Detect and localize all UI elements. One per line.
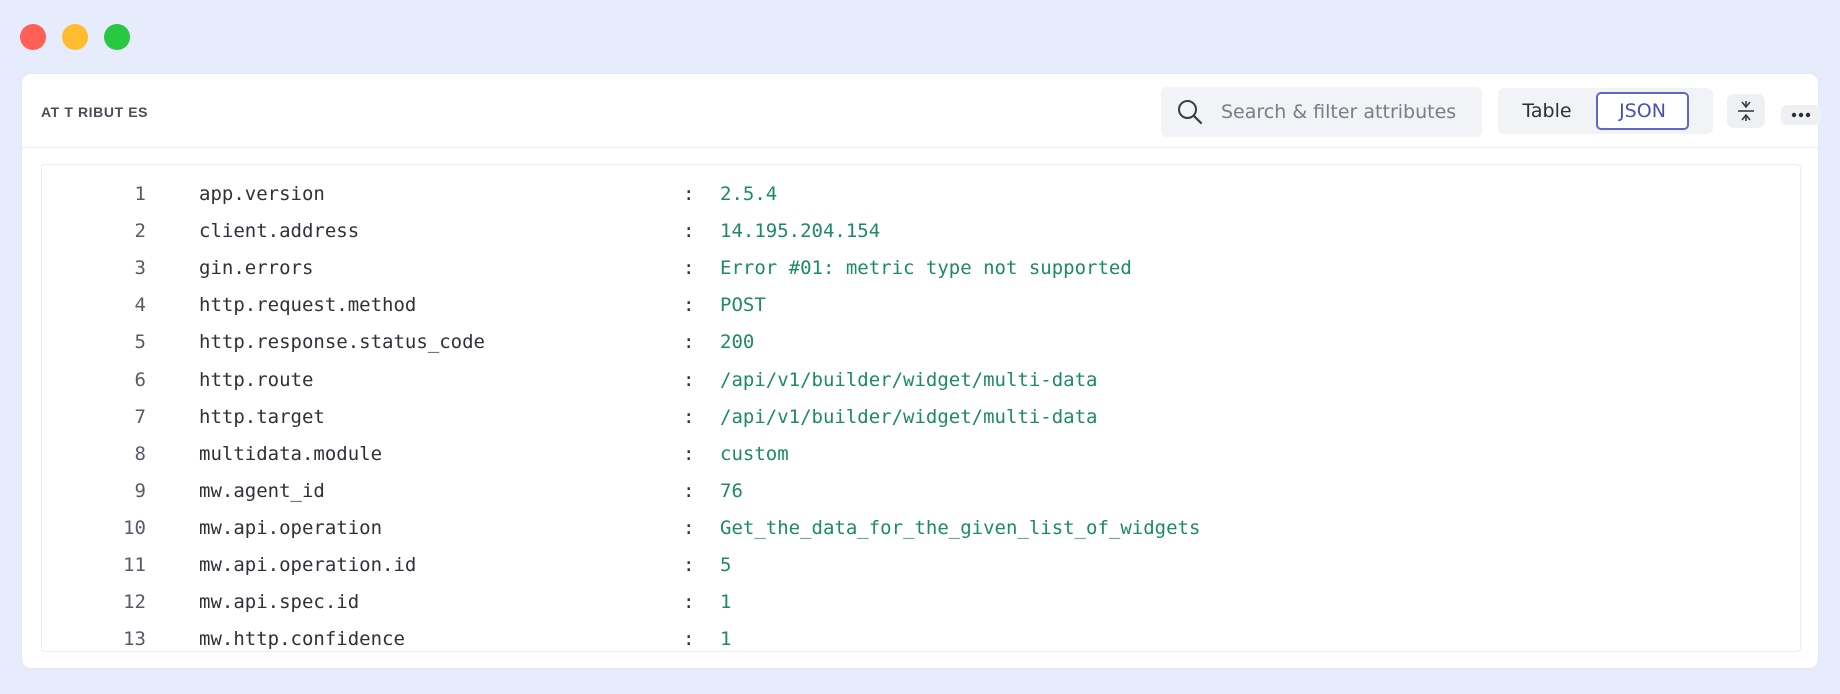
key-value-separator: : <box>683 554 695 576</box>
line-number: 3 <box>134 257 146 280</box>
attribute-value: 1 <box>720 628 732 651</box>
view-toggle-json[interactable]: JSON <box>1596 92 1689 130</box>
attribute-value: /api/v1/builder/widget/multi-data <box>720 368 1098 391</box>
line-number: 13 <box>123 628 146 651</box>
attribute-key: http.target <box>199 405 325 428</box>
panel-header: AT T RIBUT ES Table JSON <box>22 74 1821 148</box>
attribute-value: 2.5.4 <box>720 183 778 205</box>
json-code-view[interactable]: 1 app.version: 2.5.4 2 client.address: 14.195… <box>41 164 1801 652</box>
attribute-key: http.route <box>199 368 314 391</box>
minimize-window-icon[interactable] <box>62 24 88 50</box>
attribute-value: 1 <box>720 591 732 614</box>
attribute-row: 2 client.address: 14.195.204.154 <box>42 213 1800 249</box>
search-input[interactable] <box>1221 101 1471 123</box>
attribute-key: mw.api.operation <box>199 516 383 539</box>
attribute-row: 11 mw.api.operation.id: 5 <box>42 547 1800 583</box>
more-options-button[interactable] <box>1781 105 1821 125</box>
attribute-key: mw.agent_id <box>199 479 325 502</box>
attribute-key: multidata.module <box>199 442 383 465</box>
line-number: 2 <box>134 220 146 243</box>
key-value-separator: : <box>683 405 695 428</box>
close-window-icon[interactable] <box>20 24 46 50</box>
line-number: 11 <box>123 554 146 576</box>
line-number: 4 <box>134 294 146 317</box>
collapse-icon <box>1738 101 1754 121</box>
attribute-row: 13 mw.http.confidence: 1 <box>42 621 1800 651</box>
line-number: 1 <box>134 183 146 205</box>
line-number: 8 <box>134 442 146 465</box>
line-number: 6 <box>134 368 146 391</box>
key-value-separator: : <box>683 479 695 502</box>
attribute-key: mw.api.operation.id <box>199 554 417 576</box>
view-toggle: Table JSON <box>1498 88 1713 134</box>
line-number: 12 <box>123 591 146 614</box>
attribute-row: 8 multidata.module: custom <box>42 436 1800 472</box>
key-value-separator: : <box>683 257 695 280</box>
attribute-row: 5 http.response.status_code: 200 <box>42 324 1800 360</box>
attribute-key: http.response.status_code <box>199 331 485 354</box>
attributes-panel: AT T RIBUT ES Table JSON <box>21 73 1821 669</box>
key-value-separator: : <box>683 628 695 651</box>
search-box[interactable] <box>1161 87 1482 137</box>
more-icon <box>1791 112 1811 118</box>
view-toggle-table[interactable]: Table <box>1498 92 1596 130</box>
attribute-row: 10 mw.api.operation: Get_the_data_for_the_… <box>42 510 1800 546</box>
line-number: 7 <box>134 405 146 428</box>
maximize-window-icon[interactable] <box>104 24 130 50</box>
attribute-value: Error #01: metric type not supported <box>720 257 1132 280</box>
attribute-key: mw.http.confidence <box>199 628 405 651</box>
attribute-key: gin.errors <box>199 257 314 280</box>
attribute-row: 3 gin.errors: Error #01: metric type not s… <box>42 250 1800 286</box>
attribute-value: Get_the_data_for_the_given_list_of_widge… <box>720 516 1201 539</box>
search-icon <box>1178 100 1203 125</box>
attribute-row: 9 mw.agent_id: 76 <box>42 473 1800 509</box>
attribute-row: 6 http.route: /api/v1/builder/widget/multi… <box>42 362 1800 398</box>
attribute-key: client.address <box>199 220 360 243</box>
key-value-separator: : <box>683 220 695 243</box>
attribute-row: 12 mw.api.spec.id: 1 <box>42 584 1800 620</box>
attribute-row: 1 app.version: 2.5.4 <box>42 176 1800 212</box>
line-number: 5 <box>134 331 146 354</box>
panel-title: AT T RIBUT ES <box>41 104 149 120</box>
attribute-key: http.request.method <box>199 294 417 317</box>
line-number: 9 <box>134 479 146 502</box>
collapse-button[interactable] <box>1727 94 1765 128</box>
attribute-value: 14.195.204.154 <box>720 220 881 243</box>
attribute-value: 200 <box>720 331 755 354</box>
attribute-value: 5 <box>720 554 732 576</box>
key-value-separator: : <box>683 368 695 391</box>
attribute-row: 7 http.target: /api/v1/builder/widget/mult… <box>42 399 1800 435</box>
attribute-value: 76 <box>720 479 743 502</box>
window-controls <box>20 24 130 50</box>
key-value-separator: : <box>683 183 695 205</box>
attribute-key: mw.api.spec.id <box>199 591 360 614</box>
attribute-value: POST <box>720 294 766 317</box>
key-value-separator: : <box>683 294 695 317</box>
key-value-separator: : <box>683 331 695 354</box>
attribute-row: 4 http.request.method: POST <box>42 287 1800 323</box>
line-number: 10 <box>123 516 146 539</box>
key-value-separator: : <box>683 516 695 539</box>
key-value-separator: : <box>683 591 695 614</box>
attribute-value: /api/v1/builder/widget/multi-data <box>720 405 1098 428</box>
attribute-key: app.version <box>199 183 325 205</box>
attribute-value: custom <box>720 442 789 465</box>
key-value-separator: : <box>683 442 695 465</box>
